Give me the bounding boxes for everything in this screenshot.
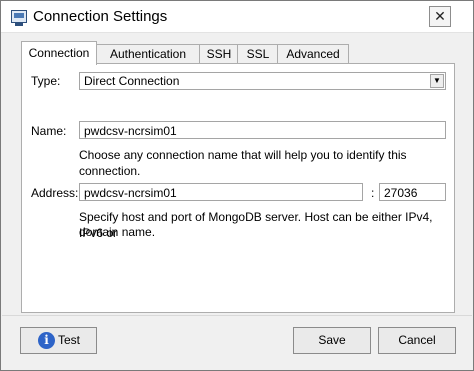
name-input[interactable]: pwdcsv-ncrsim01 (79, 121, 446, 139)
connection-settings-window: Connection Settings ✕ Connection Authent… (0, 0, 474, 371)
address-help-line2: domain name. (79, 225, 156, 239)
address-label: Address: (31, 186, 79, 200)
test-button[interactable]: i Test (20, 327, 97, 354)
info-icon: i (38, 332, 55, 349)
test-button-label: Test (58, 333, 81, 347)
window-title: Connection Settings (33, 8, 168, 25)
cancel-button[interactable]: Cancel (378, 327, 456, 354)
type-select-value: Direct Connection (84, 74, 180, 88)
port-input[interactable]: 27036 (379, 183, 446, 201)
chevron-down-icon[interactable]: ▼ (430, 74, 444, 88)
footer-divider (2, 315, 472, 316)
tab-ssl[interactable]: SSL (237, 44, 279, 64)
computer-icon (11, 10, 27, 23)
close-icon: ✕ (434, 8, 446, 24)
connection-panel: Type: Direct Connection ▼ Name: pwdcsv-n… (21, 63, 455, 313)
tab-ssh[interactable]: SSH (199, 44, 239, 64)
close-button[interactable]: ✕ (429, 6, 451, 27)
port-separator: : (371, 186, 375, 200)
tab-advanced[interactable]: Advanced (277, 44, 349, 64)
title-bar: Connection Settings ✕ (1, 1, 473, 33)
type-label: Type: (31, 74, 61, 88)
type-select[interactable]: Direct Connection ▼ (79, 72, 446, 90)
host-input[interactable]: pwdcsv-ncrsim01 (79, 183, 363, 201)
name-help-text: Choose any connection name that will hel… (79, 148, 407, 178)
name-label: Name: (31, 124, 67, 138)
save-button[interactable]: Save (293, 327, 371, 354)
tab-authentication[interactable]: Authentication (95, 44, 201, 64)
computer-icon-stand (15, 23, 23, 26)
tab-connection[interactable]: Connection (21, 41, 97, 65)
